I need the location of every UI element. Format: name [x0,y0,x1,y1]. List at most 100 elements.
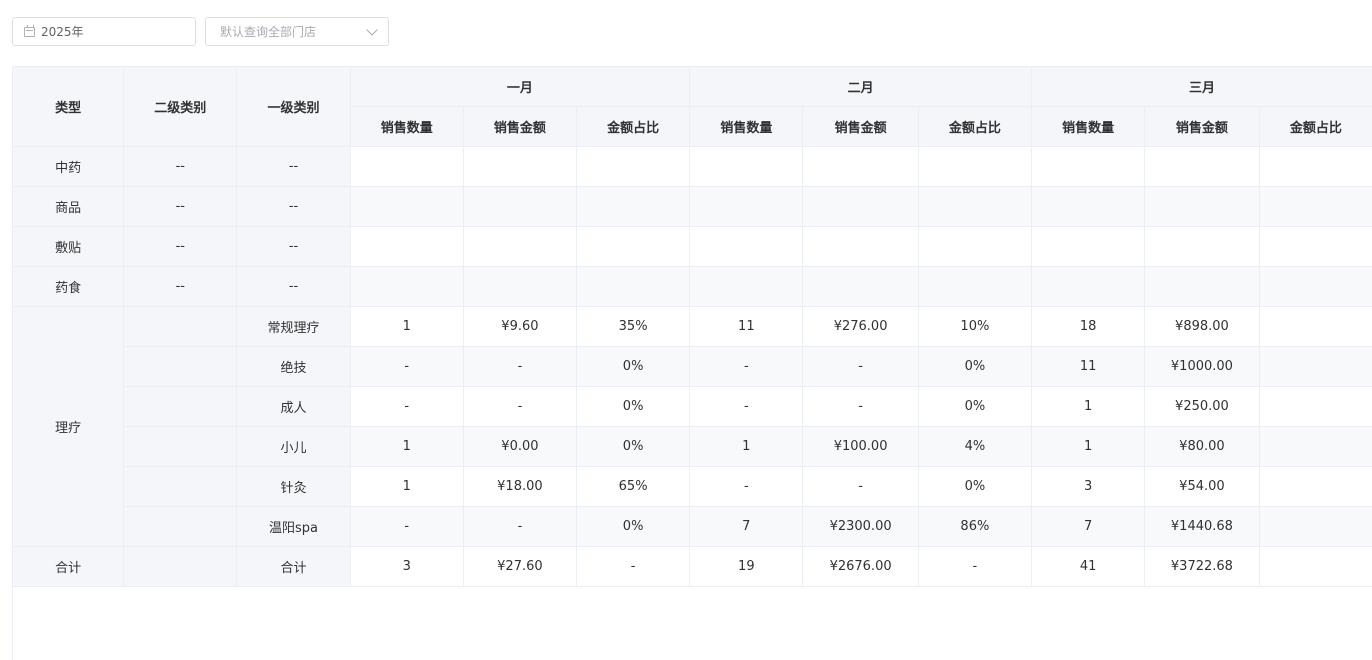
header-ratio: 金额占比 [1259,106,1372,147]
cell-qty: 19 [689,546,804,587]
calendar-icon [24,24,35,37]
header-qty: 销售数量 [1031,106,1146,147]
cell-level2 [123,386,238,427]
cell-qty: 1 [350,426,464,467]
cell-amount: ¥3722.68 [1144,546,1260,587]
table-row: 针灸 1 ¥18.00 65% - - 0% 3 ¥54.00 [13,466,1372,507]
cell-amount: - [463,506,578,547]
cell-empty [918,226,1032,267]
cell-empty [576,226,691,267]
header-amount: 销售金额 [463,106,578,147]
cell-empty [463,146,578,187]
cell-empty [350,266,464,307]
cell-level2 [123,426,238,467]
table-row: 商品 -- -- [13,186,1372,227]
cell-empty [350,226,464,267]
cell-empty [463,186,578,227]
cell-empty [802,186,919,227]
cell-amount: ¥80.00 [1144,426,1260,467]
cell-level1: -- [236,186,351,227]
cell-level2: -- [123,186,238,227]
cell-ratio [1259,306,1372,347]
table-row: 理疗 常规理疗 1 ¥9.60 35% 11 ¥276.00 10% 18 ¥8… [13,306,1372,547]
header-level1: 一级类别 [236,67,351,147]
cell-ratio: 0% [576,506,691,547]
cell-empty [1144,186,1260,227]
year-picker[interactable]: 2025年 [12,17,196,46]
cell-level2 [123,506,238,547]
cell-level2 [123,466,238,507]
cell-type: 药食 [13,266,125,307]
cell-qty: - [350,346,464,387]
year-value: 2025年 [41,25,84,39]
cell-empty [1144,266,1260,307]
cell-type: 中药 [13,146,125,187]
cell-ratio [1259,466,1372,507]
cell-level1: 成人 [236,386,351,427]
cell-total-level1: 合计 [236,546,351,587]
cell-type: 商品 [13,186,125,227]
cell-empty [918,186,1032,227]
cell-amount: - [802,466,919,507]
cell-empty [463,266,578,307]
table-row: 药食 -- -- [13,266,1372,307]
total-row: 合计 合计 3 ¥27.60 - 19 ¥2676.00 - 41 ¥3722.… [13,546,1372,587]
cell-level2: -- [123,226,238,267]
header-qty: 销售数量 [689,106,804,147]
cell-empty [1259,226,1372,267]
cell-amount: ¥0.00 [463,426,578,467]
cell-ratio: 35% [576,306,691,347]
cell-amount: - [463,386,578,427]
cell-type: 敷贴 [13,226,125,267]
cell-empty [689,266,804,307]
cell-empty [1259,266,1372,307]
cell-level1: 常规理疗 [236,306,351,347]
table-row: 敷贴 -- -- [13,226,1372,267]
sales-table-grid: 类型 二级类别 一级类别 一月 二月 三月 销售数量 销售金额 金额占比 销售数… [13,67,1372,587]
cell-level1: 绝技 [236,346,351,387]
cell-qty: 41 [1031,546,1146,587]
header-month-2: 二月 [689,67,1032,107]
cell-level2: -- [123,266,238,307]
cell-empty [802,266,919,307]
header-amount: 销售金额 [1144,106,1260,147]
header-ratio: 金额占比 [576,106,691,147]
cell-empty [918,146,1032,187]
cell-level1: 温阳spa [236,506,351,547]
cell-empty [1259,186,1372,227]
cell-qty: 1 [689,426,804,467]
cell-ratio: 86% [918,506,1032,547]
cell-empty [576,266,691,307]
cell-empty [689,186,804,227]
header-month-3: 三月 [1031,67,1372,107]
cell-ratio: 0% [576,346,691,387]
cell-type-group: 理疗 [13,306,125,547]
cell-empty [1144,226,1260,267]
cell-amount: ¥2676.00 [802,546,919,587]
cell-ratio: 0% [918,346,1032,387]
cell-empty [1144,146,1260,187]
cell-qty: 1 [350,306,464,347]
cell-amount: - [802,386,919,427]
cell-ratio [1259,506,1372,547]
cell-empty [1031,186,1146,227]
cell-ratio: - [918,546,1032,587]
cell-level1: 小儿 [236,426,351,467]
table-row: 成人 - - 0% - - 0% 1 ¥250.00 [13,386,1372,427]
store-select-placeholder: 默认查询全部门店 [220,25,317,39]
cell-empty [802,146,919,187]
store-select[interactable]: 默认查询全部门店 [205,17,389,46]
cell-ratio [1259,426,1372,467]
cell-qty: 11 [1031,346,1146,387]
cell-qty: 3 [350,546,464,587]
cell-level2 [123,306,238,347]
cell-qty: 11 [689,306,804,347]
cell-empty [1031,226,1146,267]
cell-qty: - [689,386,804,427]
header-ratio: 金额占比 [918,106,1032,147]
cell-qty: 1 [1031,386,1146,427]
cell-empty [1259,146,1372,187]
cell-ratio [1259,546,1372,587]
cell-empty [689,146,804,187]
cell-level2: -- [123,146,238,187]
